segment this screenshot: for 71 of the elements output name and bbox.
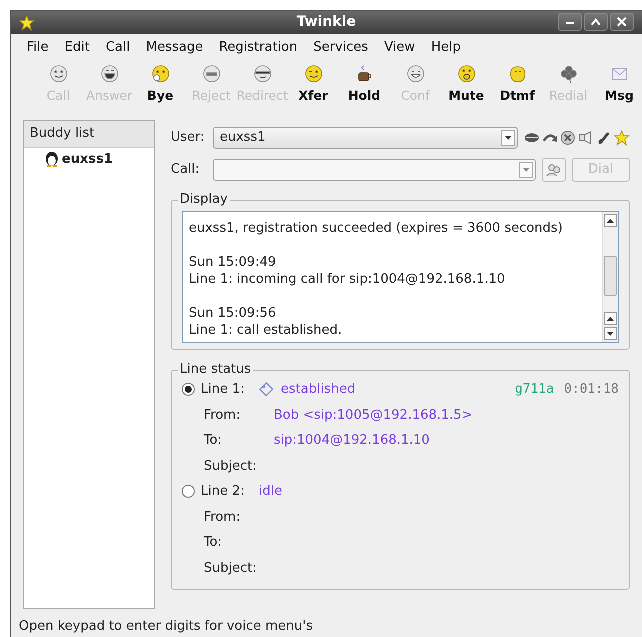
window-title: Twinkle [296, 13, 356, 32]
tag-icon [259, 382, 275, 398]
user-combo-box[interactable]: euxss1 [213, 127, 518, 149]
message-time: Sun 15:09:49 [189, 254, 278, 271]
group-title: Display [178, 192, 230, 208]
field-label: To: [203, 432, 224, 450]
hushed-face-icon [456, 64, 476, 84]
cancel-icon[interactable] [560, 130, 576, 146]
field-label: Subject: [203, 458, 258, 476]
minimize-button[interactable] [558, 13, 582, 31]
menu-item[interactable]: File [19, 38, 57, 58]
clover-icon [558, 64, 578, 84]
address-book-button[interactable] [542, 158, 566, 182]
toolbar-button[interactable]: Dtmf [492, 62, 543, 106]
call-duration: 0:01:18 [564, 381, 619, 399]
buddy-list-header: Buddy list [24, 121, 154, 148]
blob-face-icon [508, 64, 528, 84]
buddy-item[interactable]: euxss1 [24, 148, 154, 169]
field-label: From: [203, 508, 242, 526]
menu-item[interactable]: Edit [56, 38, 98, 58]
menu-item[interactable]: Message [138, 38, 212, 58]
scroll-down-arrow-icon [606, 330, 615, 338]
field-label: From: [203, 406, 242, 424]
message-text: euxss1, registration succeeded (expires = 3600 seconds) [189, 220, 564, 237]
field-label: Subject: [203, 560, 258, 578]
message-text: Line 1: incoming call for sip:1004@192.168.1.10 [189, 271, 506, 288]
line-state: established [259, 380, 356, 400]
scrollbar[interactable] [602, 212, 618, 342]
penguin-icon [44, 151, 60, 168]
menu-item[interactable]: Help [423, 38, 469, 58]
scroll-up-arrow-icon [606, 314, 615, 322]
line-label: Line 1: [201, 381, 246, 399]
radio-button[interactable] [182, 485, 195, 498]
toolbar-button[interactable]: Hold [339, 62, 390, 106]
dropdown-arrow-icon [522, 168, 530, 172]
field-label: To: [203, 534, 224, 552]
field-value: sip:1004@192.168.1.10 [274, 432, 430, 450]
smiley-icon [48, 64, 68, 84]
maximize-icon [590, 16, 602, 28]
toolbar-button[interactable]: Bye [135, 62, 186, 106]
message-time: Sun 15:09:56 [189, 305, 278, 322]
field-label: Call: [171, 161, 201, 180]
message-text: Line 1: call established. [189, 322, 344, 339]
menu-item[interactable]: Services [306, 38, 376, 58]
line-state: idle [259, 483, 282, 501]
sunglasses-face-icon [252, 64, 272, 84]
close-button[interactable] [610, 13, 634, 31]
field-value: Bob <sip:1005@192.168.1.5> [274, 406, 473, 424]
menu-item[interactable]: Call [98, 38, 138, 58]
menu-item[interactable]: Registration [211, 38, 306, 58]
phone-handset-icon[interactable] [596, 130, 612, 146]
status-text: Open keypad to enter digits for voice menu's [18, 618, 314, 636]
field-label: User: [171, 129, 206, 148]
laughing-face-icon [100, 64, 120, 84]
people-icon [546, 163, 562, 177]
winking-face-icon [304, 64, 324, 84]
maximize-button[interactable] [584, 13, 608, 31]
star-icon [19, 15, 35, 31]
grinning-face-icon [406, 64, 426, 84]
close-icon [616, 16, 628, 28]
radio-button[interactable] [182, 383, 195, 396]
scroll-up-arrow-icon [606, 216, 615, 224]
toolbar-button[interactable]: Xfer [288, 62, 339, 106]
line-label: Line 2: [201, 483, 246, 501]
star-icon[interactable] [614, 130, 630, 146]
menu-item[interactable]: View [376, 38, 424, 58]
toolbar-button[interactable]: Msg [594, 62, 642, 106]
toolbar-button[interactable]: Mute [441, 62, 492, 106]
speaker-icon[interactable] [578, 130, 594, 146]
dropdown-arrow-icon [504, 136, 512, 140]
codec-label: g711a [515, 381, 554, 399]
